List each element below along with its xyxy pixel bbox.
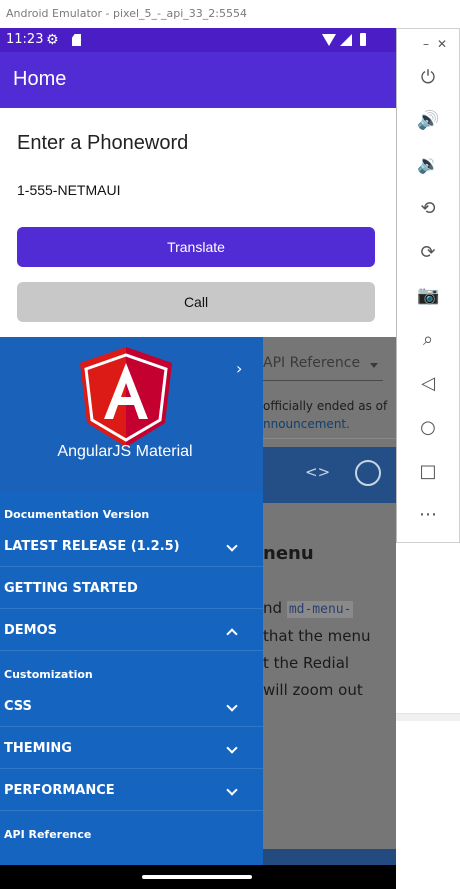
status-time: 11:23 (6, 32, 44, 47)
menu-item-performance[interactable]: PERFORMANCE (0, 769, 263, 811)
chevron-down-icon (226, 742, 238, 754)
notice-text: officially ended as of (263, 399, 388, 413)
drawer-menu: Documentation Version LATEST RELEASE (1.… (0, 491, 263, 845)
section-body: nd md-menu- that the menu t the Redial w… (263, 595, 396, 704)
demo-toolbar: <> (263, 447, 396, 503)
desktop-background (396, 543, 460, 889)
camera-icon[interactable]: 📷 (417, 285, 439, 307)
api-reference-select[interactable]: API Reference (263, 355, 360, 371)
volume-up-icon[interactable]: 🔊 (417, 110, 439, 132)
body-text-fragment: will zoom out (263, 681, 363, 699)
section-customization: Customization (4, 668, 93, 681)
call-button[interactable]: Call (17, 282, 375, 322)
settings-gear-icon: ⚙ (46, 32, 59, 48)
drawer-header: › AngularJS Material (0, 337, 263, 491)
chevron-up-icon (226, 628, 238, 640)
emulator-window-title: Android Emulator - pixel_5_-_api_33_2:55… (0, 0, 396, 28)
chevron-down-icon (226, 784, 238, 796)
menu-item-css[interactable]: CSS (0, 685, 263, 727)
rotate-right-icon[interactable]: ⟳ (417, 242, 439, 264)
home-icon[interactable]: ○ (417, 417, 439, 439)
rotate-left-icon[interactable]: ⟲ (417, 198, 439, 220)
announcement-link[interactable]: nnouncement. (263, 417, 350, 431)
side-navigation-drawer: › AngularJS Material Documentation Versi… (0, 337, 263, 865)
select-arrow-icon (370, 363, 378, 368)
app-bar: Home (0, 52, 396, 108)
phoneword-input[interactable]: 1-555-NETMAUI (17, 182, 120, 198)
web-bottom-bar (263, 849, 396, 865)
divider (263, 438, 396, 439)
back-icon[interactable]: ◁ (417, 373, 439, 395)
section-heading: nenu (263, 543, 314, 564)
codepen-icon[interactable] (355, 460, 381, 486)
drawer-brand-title: AngularJS Material (57, 443, 193, 460)
menu-item-demos[interactable]: DEMOS (0, 609, 263, 651)
close-icon[interactable]: ✕ (437, 37, 447, 51)
emulator-control-panel: – ✕ ⏻ 🔊 🔉 ⟲ ⟳ 📷 ⌕ ◁ ○ □ ⋯ (396, 28, 460, 543)
gesture-navigation-bar (0, 865, 396, 889)
chevron-right-icon[interactable]: › (236, 359, 242, 378)
angular-logo (80, 347, 172, 447)
menu-item-latest-release[interactable]: LATEST RELEASE (1.2.5) (0, 525, 263, 567)
phone-screen: 11:23 ⚙ Home Enter a Phoneword 1-555-NET… (0, 28, 396, 889)
menu-item-label: GETTING STARTED (4, 581, 138, 596)
menu-item-label: DEMOS (4, 623, 58, 638)
menu-item-label: LATEST RELEASE (1.2.5) (4, 539, 180, 554)
home-gesture-handle[interactable] (142, 875, 252, 879)
form-heading: Enter a Phoneword (17, 132, 189, 154)
overview-icon[interactable]: □ (417, 461, 439, 483)
cell-signal-icon (340, 34, 352, 46)
minimize-icon[interactable]: – (423, 37, 429, 51)
status-bar: 11:23 ⚙ (0, 28, 396, 52)
code-icon[interactable]: <> (305, 463, 330, 481)
battery-icon (360, 33, 366, 46)
menu-item-label: CSS (4, 699, 32, 714)
body-text-fragment: that the menu (263, 627, 371, 645)
power-icon[interactable]: ⏻ (417, 67, 439, 89)
menu-item-getting-started[interactable]: GETTING STARTED (0, 567, 263, 609)
page-title: Home (13, 68, 67, 90)
sd-card-icon (72, 34, 81, 46)
desktop-strip (396, 713, 460, 721)
phoneword-form: Enter a Phoneword 1-555-NETMAUI Translat… (0, 108, 396, 337)
menu-item-theming[interactable]: THEMING (0, 727, 263, 769)
section-documentation-version: Documentation Version (4, 508, 150, 521)
chevron-down-icon (226, 700, 238, 712)
wifi-icon (322, 34, 336, 46)
volume-down-icon[interactable]: 🔉 (417, 154, 439, 176)
section-api-reference: API Reference (4, 828, 92, 841)
menu-item-label: THEMING (4, 741, 72, 756)
body-text-fragment: nd (263, 599, 283, 617)
more-icon[interactable]: ⋯ (417, 504, 439, 526)
code-snippet: md-menu- (286, 601, 354, 618)
select-underline (263, 380, 383, 381)
chevron-down-icon (226, 540, 238, 552)
zoom-icon[interactable]: ⌕ (417, 329, 439, 351)
translate-button[interactable]: Translate (17, 227, 375, 267)
body-text-fragment: t the Redial (263, 654, 350, 672)
menu-item-label: PERFORMANCE (4, 783, 115, 798)
